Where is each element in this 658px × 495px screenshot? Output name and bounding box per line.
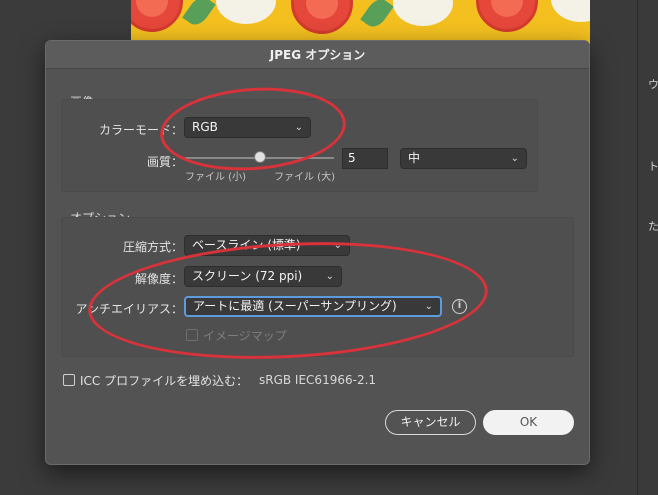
panel-glyph: た	[648, 220, 658, 233]
ok-button[interactable]: OK	[483, 410, 574, 435]
cancel-button[interactable]: キャンセル	[385, 410, 476, 435]
chevron-down-icon: ⌄	[510, 153, 519, 164]
color-mode-label: カラーモード：	[98, 123, 183, 137]
tomato-graphic	[476, 0, 538, 32]
quality-max-caption: ファイル (大)	[274, 172, 335, 183]
icc-checkbox[interactable]	[63, 374, 75, 386]
chevron-down-icon: ⌄	[424, 301, 433, 312]
dialog-title: JPEG オプション	[46, 41, 589, 69]
panel-glyph: ト	[648, 160, 658, 173]
quality-label: 画質：	[146, 155, 183, 169]
quality-preset-select[interactable]: 中 ⌄	[400, 148, 527, 169]
mozzarella-graphic	[393, 0, 453, 26]
chevron-down-icon: ⌄	[294, 122, 303, 133]
resolution-value: スクリーン (72 ppi)	[192, 269, 303, 283]
right-panel: ウ ト た	[590, 0, 658, 495]
resolution-label: 解像度：	[134, 272, 183, 286]
basil-graphic	[182, 0, 216, 30]
compression-value: ベースライン (標準)	[192, 238, 301, 252]
panel-divider	[637, 0, 638, 495]
resolution-select[interactable]: スクリーン (72 ppi) ⌄	[184, 266, 342, 287]
artboard-preview	[131, 0, 590, 44]
chevron-down-icon: ⌄	[333, 240, 342, 251]
antialias-select[interactable]: アートに最適 (スーパーサンプリング) ⌄	[184, 296, 442, 317]
color-mode-value: RGB	[192, 120, 218, 134]
icc-profile-name: sRGB IEC61966-2.1	[259, 373, 377, 387]
mozzarella-graphic	[216, 0, 276, 24]
imagemap-label: イメージマップ	[203, 329, 287, 343]
jpeg-options-dialog: JPEG オプション 画像 カラーモード： RGB ⌄ 画質： ファイル (小)…	[45, 40, 590, 465]
color-mode-select[interactable]: RGB ⌄	[184, 117, 311, 138]
quality-slider-thumb[interactable]	[253, 151, 266, 163]
tomato-graphic	[291, 0, 353, 34]
compression-label: 圧縮方式：	[122, 240, 183, 254]
antialias-label: アンチエイリアス：	[75, 302, 183, 316]
icc-label: ICC プロファイルを埋め込む：	[80, 374, 249, 388]
compression-select[interactable]: ベースライン (標準) ⌄	[184, 235, 350, 256]
quality-preset-value: 中	[408, 151, 421, 165]
quality-number-input[interactable]: 5	[342, 148, 388, 169]
antialias-value: アートに最適 (スーパーサンプリング)	[193, 299, 397, 313]
info-icon[interactable]: i	[452, 299, 467, 314]
quality-min-caption: ファイル (小)	[185, 172, 246, 183]
chevron-down-icon: ⌄	[325, 271, 334, 282]
imagemap-checkbox[interactable]	[186, 329, 198, 341]
panel-glyph: ウ	[648, 78, 658, 91]
basil-graphic	[360, 0, 394, 32]
mozzarella-graphic	[551, 0, 590, 22]
tomato-graphic	[131, 0, 183, 32]
